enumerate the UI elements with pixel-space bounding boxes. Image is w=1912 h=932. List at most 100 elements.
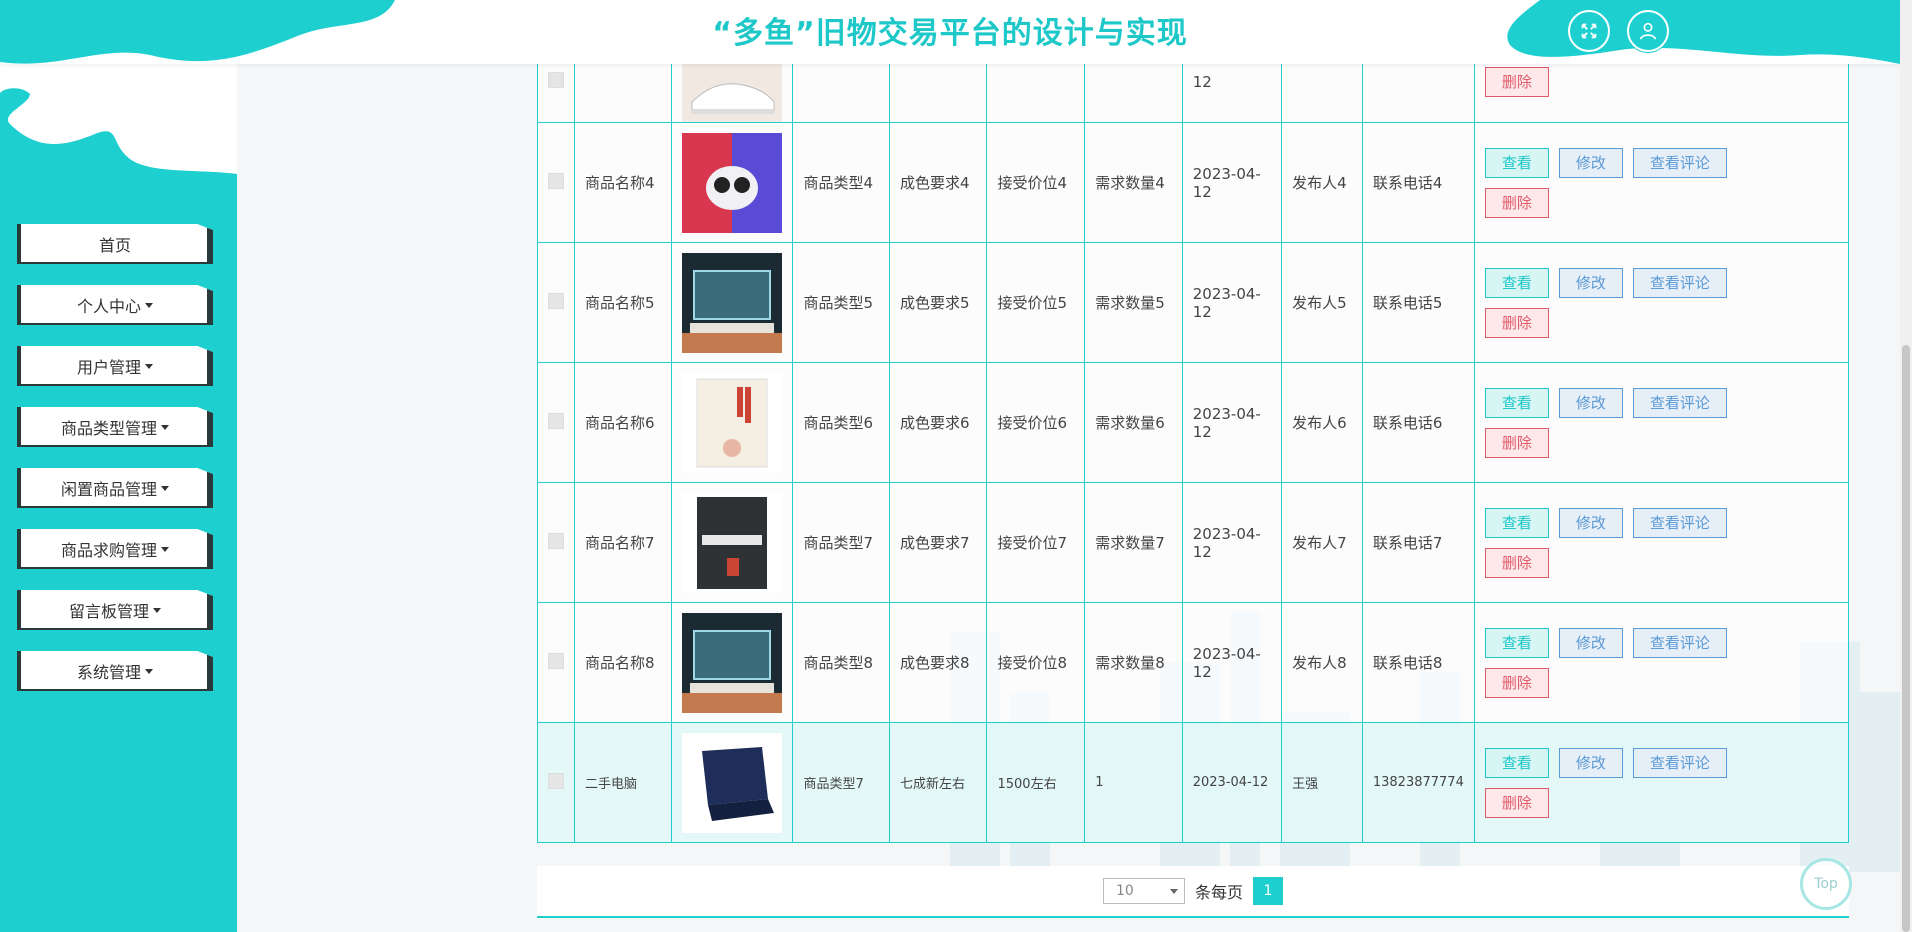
cell-phone: 联系电话6 <box>1361 362 1475 483</box>
delete-button[interactable]: 删除 <box>1484 787 1549 818</box>
row-checkbox[interactable] <box>548 652 564 669</box>
view-comments-button[interactable]: 查看评论 <box>1632 627 1727 658</box>
edit-button[interactable]: 修改 <box>1558 387 1623 418</box>
cell-qty: 1 <box>1084 722 1183 843</box>
sidebar-item-label: 闲置商品管理 <box>60 480 157 499</box>
view-comments-button[interactable]: 查看评论 <box>1632 747 1727 778</box>
delete-button[interactable]: 删除 <box>1484 427 1549 458</box>
sidebar-item-label: 个人中心 <box>76 297 141 316</box>
row-actions: 查看 修改 查看评论删除 <box>1484 507 1785 578</box>
cell-price: 接受价位5 <box>986 242 1086 363</box>
caret-down-icon <box>145 668 153 674</box>
delete-button[interactable]: 删除 <box>1484 667 1549 698</box>
sidebar-item-home[interactable]: 首页 <box>17 224 213 264</box>
edit-button[interactable]: 修改 <box>1558 147 1623 178</box>
cell-price: 接受价位8 <box>986 602 1086 723</box>
cell-publisher: 发布人4 <box>1281 122 1363 243</box>
caret-down-icon <box>145 302 153 308</box>
edit-button[interactable]: 修改 <box>1558 627 1623 658</box>
back-to-top-button[interactable]: Top <box>1800 858 1852 910</box>
cell-phone: 联系电话4 <box>1361 122 1475 243</box>
view-comments-button[interactable]: 查看评论 <box>1632 387 1727 418</box>
caret-down-icon <box>161 485 169 491</box>
cell-condition: 成色要求4 <box>889 122 988 243</box>
view-comments-button[interactable]: 查看评论 <box>1632 267 1727 298</box>
cell-type: 商品类型5 <box>792 242 891 363</box>
row-checkbox[interactable] <box>548 412 564 429</box>
view-button[interactable]: 查看 <box>1484 507 1549 538</box>
cell-name: 商品名称8 <box>573 602 673 723</box>
per-page-label: 条每页 <box>1194 883 1243 902</box>
cell-publisher: 王强 <box>1281 722 1363 843</box>
row-actions: 查看 修改 查看评论删除 <box>1484 267 1785 338</box>
purchase-request-table: 商品名称3 商品类型3 成色要求3 接受价位3 需求数量3 12 发布人3 联系… <box>537 40 1850 843</box>
cell-condition: 成色要求7 <box>889 482 988 603</box>
sidebar-decoration <box>0 64 237 174</box>
row-checkbox[interactable] <box>548 172 564 189</box>
row-actions: 删除 <box>1484 66 1785 97</box>
row-checkbox[interactable] <box>548 532 564 549</box>
header-bar: “多鱼”旧物交易平台的设计与实现 <box>0 0 1900 64</box>
edit-button[interactable]: 修改 <box>1558 747 1623 778</box>
page-size-value: 10 <box>1115 883 1134 899</box>
row-checkbox[interactable] <box>548 71 564 88</box>
caret-down-icon <box>145 363 153 369</box>
view-button[interactable]: 查看 <box>1484 267 1549 298</box>
cell-qty: 需求数量4 <box>1084 122 1183 243</box>
cell-price: 接受价位7 <box>986 482 1086 603</box>
cell-type: 商品类型4 <box>792 122 891 243</box>
view-button[interactable]: 查看 <box>1484 627 1549 658</box>
cell-name: 商品名称6 <box>573 362 673 483</box>
delete-button[interactable]: 删除 <box>1484 547 1549 578</box>
page-title: “多鱼”旧物交易平台的设计与实现 <box>712 16 1188 51</box>
table-body: 商品名称4 商品类型4 成色要求4 接受价位4 需求数量4 2023-04-12 发布人4 联… <box>537 122 1850 843</box>
sidebar-item-idle-goods-management[interactable]: 闲置商品管理 <box>17 468 213 508</box>
sidebar-item-message-board-management[interactable]: 留言板管理 <box>17 590 213 630</box>
cell-phone: 联系电话8 <box>1361 602 1475 723</box>
row-checkbox[interactable] <box>548 292 564 309</box>
cell-name: 商品名称7 <box>573 482 673 603</box>
cell-name: 二手电脑 <box>573 722 673 843</box>
sidebar-menu: 首页 个人中心 用户管理 商品类型管理 闲置商品管理 商品求购管理 留言板管理 … <box>17 224 217 712</box>
edit-button[interactable]: 修改 <box>1558 507 1623 538</box>
cell-price: 接受价位4 <box>986 122 1086 243</box>
product-image-book <box>682 372 783 473</box>
fullscreen-icon <box>1581 23 1597 39</box>
view-button[interactable]: 查看 <box>1484 387 1549 418</box>
table-row: 商品名称8 商品类型8 成色要求8 接受价位8 需求数量8 2023-04-12 发布人8 联… <box>537 602 1850 723</box>
page-size-select[interactable]: 10 <box>1102 878 1185 904</box>
cell-name: 商品名称4 <box>573 122 673 243</box>
page-number-current[interactable]: 1 <box>1253 877 1283 905</box>
cell-date: 2023-04-12 <box>1181 722 1283 843</box>
sidebar-item-purchase-request-management[interactable]: 商品求购管理 <box>17 529 213 569</box>
sidebar-item-personal-center[interactable]: 个人中心 <box>17 285 213 325</box>
fullscreen-button[interactable] <box>1568 10 1610 52</box>
view-comments-button[interactable]: 查看评论 <box>1632 507 1727 538</box>
view-comments-button[interactable]: 查看评论 <box>1632 147 1727 178</box>
view-button[interactable]: 查看 <box>1484 747 1549 778</box>
cell-date: 2023-04-12 <box>1181 242 1283 363</box>
view-button[interactable]: 查看 <box>1484 147 1549 178</box>
pagination: 10 条每页 1 <box>537 866 1849 918</box>
sidebar-item-user-management[interactable]: 用户管理 <box>17 346 213 386</box>
delete-button[interactable]: 删除 <box>1484 66 1549 97</box>
cell-type: 商品类型7 <box>792 482 891 603</box>
product-image-shoe <box>682 62 783 122</box>
page-scrollbar[interactable] <box>1900 0 1912 932</box>
row-actions: 查看 修改 查看评论删除 <box>1484 747 1785 818</box>
delete-button[interactable]: 删除 <box>1484 187 1549 218</box>
sidebar-item-category-management[interactable]: 商品类型管理 <box>17 407 213 447</box>
delete-button[interactable]: 删除 <box>1484 307 1549 338</box>
sidebar-item-system-management[interactable]: 系统管理 <box>17 651 213 691</box>
user-icon <box>1639 22 1657 40</box>
cell-publisher: 发布人6 <box>1281 362 1363 483</box>
row-checkbox[interactable] <box>548 772 564 789</box>
scrollbar-thumb[interactable] <box>1902 345 1910 932</box>
edit-button[interactable]: 修改 <box>1558 267 1623 298</box>
cell-type: 商品类型6 <box>792 362 891 483</box>
cell-date: 2023-04-12 <box>1181 482 1283 603</box>
cell-date: 2023-04-12 <box>1181 602 1283 723</box>
cell-type: 商品类型8 <box>792 602 891 723</box>
cell-phone: 13823877774 <box>1361 722 1475 843</box>
user-profile-button[interactable] <box>1627 10 1669 52</box>
